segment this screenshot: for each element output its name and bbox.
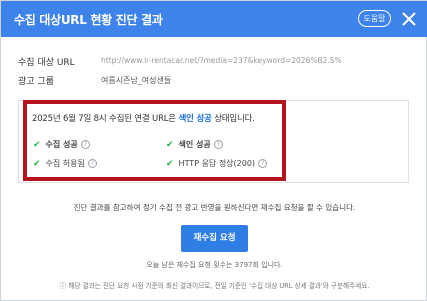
help-button[interactable]: 도움말	[358, 10, 391, 27]
dialog-title: 수집 대상URL 현황 진단 결과	[14, 13, 163, 27]
notice-text: 진단 결과를 참고하여 정기 수집 전 광고 반영을 원하신다면 재수집 요청을…	[73, 203, 356, 212]
remaining-count-text: 오늘 남은 재수집 요청 횟수는 3797회 입니다.	[146, 261, 283, 269]
close-icon	[402, 12, 416, 26]
url-value: http://www.lr-rentacar.net/?media=237&ke…	[101, 56, 342, 65]
diagnosis-dialog: 수집 대상URL 현황 진단 결과 도움말 수집 대상 URL http://w…	[0, 0, 427, 301]
close-button[interactable]	[398, 8, 420, 30]
url-label: 수집 대상 URL	[18, 58, 75, 68]
ad-group-label: 광고 그룹	[18, 77, 54, 87]
recollect-request-button[interactable]: 재수집 요청	[181, 225, 248, 252]
dialog-header: 수집 대상URL 현황 진단 결과 도움말	[1, 1, 427, 37]
ad-group-value: 여름시즌남_여성샌들	[101, 76, 172, 85]
highlight-annotation	[23, 100, 286, 181]
footnote-text: ⓘ 해당 결과는 진단 요청 시점 기준의 최신 결과이므로, 전일 기준인 '…	[59, 282, 370, 290]
